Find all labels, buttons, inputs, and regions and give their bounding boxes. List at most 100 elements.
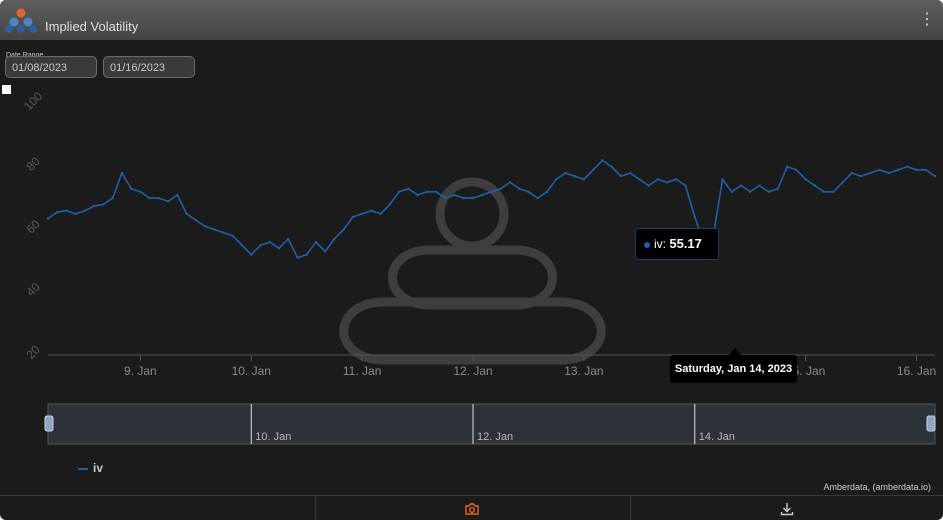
data-point — [665, 181, 669, 184]
data-point — [148, 196, 151, 200]
data-point — [850, 171, 854, 175]
data-point — [499, 187, 502, 190]
data-point — [564, 171, 567, 175]
data-point — [785, 165, 789, 168]
data-point — [102, 203, 105, 206]
data-point — [859, 174, 863, 178]
data-point — [462, 196, 465, 200]
data-point — [545, 190, 549, 194]
data-point — [610, 165, 613, 168]
data-point — [416, 193, 419, 197]
data-point — [92, 204, 96, 208]
data-point — [166, 200, 170, 203]
data-point — [518, 187, 521, 190]
data-point — [896, 168, 900, 172]
data-point — [213, 228, 216, 231]
data-point — [536, 196, 539, 200]
data-point — [157, 196, 161, 200]
data-point — [906, 165, 909, 168]
data-point — [749, 190, 752, 194]
data-point — [342, 228, 345, 231]
navigator[interactable]: 10. Jan 12. Jan 14. Jan — [44, 403, 936, 445]
data-point — [314, 240, 318, 244]
data-point — [46, 217, 50, 220]
chart-area: 20406080100 9. Jan 10. Jan 11. Jan 12. Jan 1… — [21, 89, 936, 445]
data-point — [471, 196, 475, 200]
data-point — [481, 193, 484, 197]
data-point — [425, 190, 429, 194]
data-point — [739, 184, 743, 187]
data-point — [554, 178, 558, 181]
data-point — [832, 190, 835, 194]
data-point — [231, 234, 234, 237]
footer-toolbar — [0, 495, 943, 520]
data-point — [795, 168, 798, 172]
data-point — [296, 256, 299, 259]
navigator-tick-label: 14. Jan — [699, 431, 735, 443]
data-point — [508, 181, 512, 184]
y-tick-label: 100 — [21, 89, 45, 113]
download-icon — [780, 503, 794, 516]
data-point — [379, 212, 382, 216]
navigator-tick-label: 12. Jan — [477, 431, 513, 443]
data-point — [287, 237, 290, 241]
data-point — [111, 196, 114, 200]
data-point — [333, 237, 336, 241]
x-tick-label: 12. Jan — [453, 364, 492, 378]
data-point — [490, 190, 493, 194]
data-point — [822, 190, 826, 194]
credits-link[interactable]: Amberdata, (amberdata.io) — [823, 482, 931, 492]
data-point — [388, 203, 392, 206]
data-point — [194, 218, 198, 222]
tooltip-series-dot — [644, 241, 650, 248]
data-point — [444, 196, 447, 200]
data-point — [222, 231, 225, 234]
tooltip-series-name: iv — [654, 237, 663, 251]
data-point — [841, 181, 844, 184]
data-point — [582, 178, 586, 181]
navigator-tick-label: 10. Jan — [255, 431, 291, 443]
data-point — [527, 190, 530, 194]
navigator-handle-right[interactable] — [926, 415, 936, 432]
data-tooltip: iv: 55.17 — [635, 228, 719, 260]
data-point — [185, 212, 188, 216]
data-point — [176, 193, 179, 197]
tooltip-value: 55.17 — [669, 236, 702, 251]
navigator-handle-left[interactable] — [44, 415, 54, 432]
data-point — [721, 178, 724, 181]
data-point — [360, 212, 364, 216]
data-point — [397, 190, 401, 194]
data-point — [277, 247, 281, 250]
date-tooltip: Saturday, Jan 14, 2023 — [670, 355, 797, 383]
download-button[interactable] — [631, 496, 943, 520]
data-point — [730, 190, 733, 194]
y-tick-label: 20 — [23, 342, 43, 362]
legend-item-iv[interactable]: iv — [78, 461, 103, 475]
x-tick-label: 11. Jan — [343, 364, 381, 378]
data-point — [591, 168, 595, 172]
data-point — [638, 178, 641, 181]
watermark-logo — [339, 177, 606, 365]
data-point — [628, 171, 632, 175]
data-point — [305, 253, 308, 256]
data-point — [83, 209, 87, 212]
x-tick-label: 16. Jan — [897, 364, 936, 378]
data-point — [139, 190, 142, 194]
data-point — [203, 225, 207, 228]
data-point — [804, 178, 807, 181]
data-point — [693, 215, 696, 219]
data-point — [74, 212, 77, 216]
y-tick-label: 40 — [23, 280, 43, 300]
widget-panel: Implied Volatility ⋮ Date Range 01/08/20… — [0, 0, 943, 520]
data-point — [813, 184, 817, 187]
data-point — [129, 187, 133, 190]
x-tick-label: 9. Jan — [124, 364, 157, 378]
data-point — [453, 193, 456, 197]
data-point — [776, 187, 780, 190]
screenshot-button[interactable] — [316, 496, 631, 520]
data-point — [65, 209, 68, 212]
data-point — [924, 168, 927, 172]
data-point — [758, 184, 761, 187]
data-point — [869, 171, 872, 175]
footer-segment-left — [0, 496, 316, 520]
